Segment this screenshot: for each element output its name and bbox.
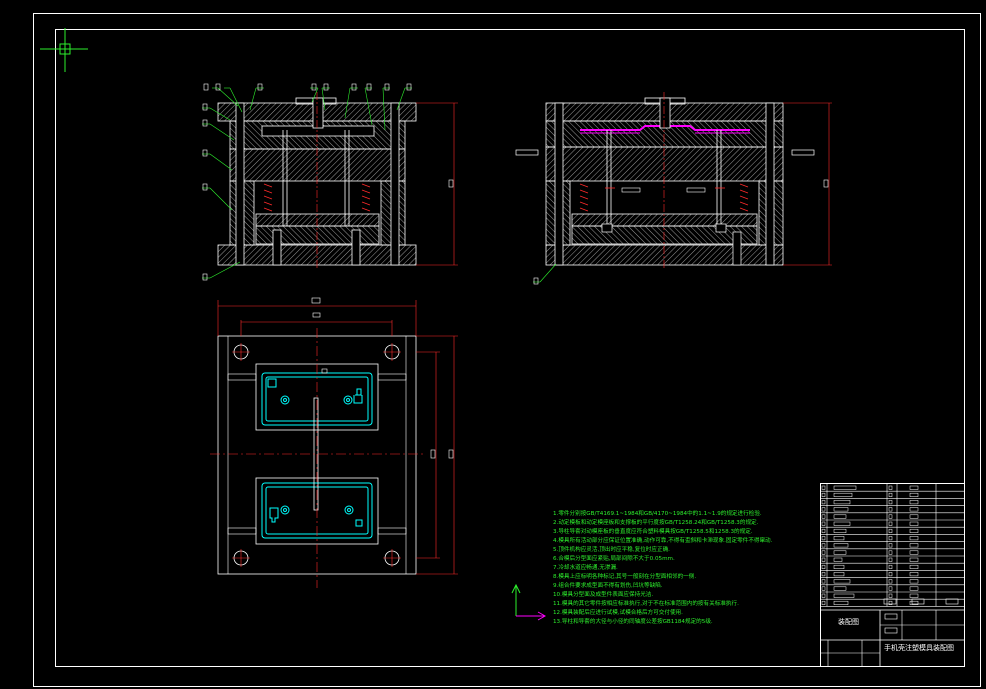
note-line: 1.零件分别按GB/T4169.1~1984和GB/4170~1984中的1.1… bbox=[553, 509, 762, 517]
ucs-axis-icon bbox=[511, 583, 547, 621]
note-line: 5.顶件机构应灵活,顶出时应平稳,复位时应正确. bbox=[553, 545, 670, 553]
assembly-label: 装配图 bbox=[838, 617, 859, 626]
note-line: 13.导柱和导套的大径与小径的同轴度公差按GB1184规定的5级. bbox=[553, 617, 713, 625]
drawing-title: 手机壳注塑模具装配图 bbox=[884, 643, 954, 652]
note-line: 10.模具分型面及成型件表面应保持光洁. bbox=[553, 590, 653, 598]
cad-drawing-canvas[interactable]: 1.零件分别按GB/T4169.1~1984和GB/4170~1984中的1.1… bbox=[0, 0, 986, 689]
note-line: 6.合模后分型面应紧贴,局部间隙不大于0.05mm. bbox=[553, 554, 675, 562]
note-line: 12.模具装配后应进行试模,试模合格后方可交付使用. bbox=[553, 608, 683, 616]
note-line: 2.动定模板和动定模座板和支撑板的平行度按GB/T1258.24和GB/T125… bbox=[553, 518, 759, 526]
front-section-view[interactable] bbox=[202, 83, 458, 281]
inner-border bbox=[55, 29, 965, 667]
title-block[interactable]: 装配图 手机壳注塑模具装配图 bbox=[820, 483, 965, 667]
note-line: 4.模具所有活动部分应保证位置准确,动作可靠,不得有歪斜和卡滞现象.固定零件不得… bbox=[553, 536, 773, 544]
crosshair-cursor-icon bbox=[40, 28, 88, 72]
outer-border bbox=[33, 13, 981, 687]
note-line: 11.模具的其它零件按相应标准执行,对于不在标准范围内的按有关标准执行. bbox=[553, 599, 739, 607]
plan-view[interactable] bbox=[210, 297, 458, 588]
note-line: 9.组合件要求成型面不得有划伤,凹坑等缺陷. bbox=[553, 581, 663, 589]
technical-requirements: 1.零件分别按GB/T4169.1~1984和GB/4170~1984中的1.1… bbox=[553, 509, 773, 625]
note-line: 7.冷却水道应畅通,无渗漏. bbox=[553, 563, 618, 571]
part-outline-top bbox=[261, 372, 373, 426]
note-line: 3.导柱导套对动模座板的垂直度应符合塑料模具按GB/T1258.5和1258.3… bbox=[553, 527, 753, 535]
note-line: 8.模具上应标明各种标记,其号一般刻在分型面相邻的一侧. bbox=[553, 572, 696, 580]
side-section-view[interactable] bbox=[515, 92, 832, 285]
